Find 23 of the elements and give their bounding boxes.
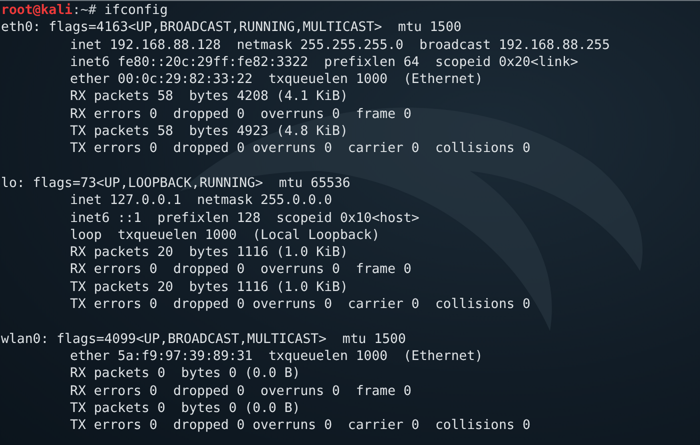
output-line: RX packets 20 bytes 1116 (1.0 KiB): [70, 244, 348, 262]
output-line: inet6 ::1 prefixlen 128 scopeid 0x10<host>: [70, 210, 420, 227]
output-line: RX errors 0 dropped 0 overruns 0 frame 0: [70, 382, 412, 400]
output-line: TX errors 0 dropped 0 overruns 0 carrier 0 collisions 0: [70, 417, 530, 434]
output-line: TX packets 58 bytes 4923 (4.8 KiB): [70, 123, 348, 140]
output-line: RX packets 0 bytes 0 (0.0 B): [70, 365, 300, 383]
output-line: TX packets 20 bytes 1116 (1.0 KiB): [70, 278, 348, 296]
output-line: RX errors 0 dropped 0 overruns 0 frame 0: [70, 106, 412, 124]
interface-header-line: eth0: flags=4163<UP,BROADCAST,RUNNING,MULTICAST> mtu 1500: [1, 19, 462, 37]
interface-header-line: wlan0: flags=4099<UP,BROADCAST,MULTICAST> mtu 1500: [1, 330, 406, 348]
output-line: loop txqueuelen 1000 (Local Loopback): [70, 226, 380, 244]
interface-header-line: lo: flags=73<UP,LOOPBACK,RUNNING> mtu 65536: [1, 174, 350, 192]
output-line: inet 192.168.88.128 netmask 255.255.255.0 broadcast 192.168.88.255: [70, 36, 610, 54]
output-line: RX packets 58 bytes 4208 (4.1 KiB): [70, 88, 348, 106]
output-line: ether 00:0c:29:82:33:22 txqueuelen 1000 (Ethernet): [70, 71, 483, 88]
output-line: ether 5a:f9:97:39:89:31 txqueuelen 1000 (Ethernet): [70, 348, 483, 366]
output-line: inet6 fe80::20c:29ff:fe82:3322 prefixlen 64 scopeid 0x20<link>: [70, 54, 578, 72]
output-line: TX errors 0 dropped 0 overruns 0 carrier 0 collisions 0: [70, 140, 530, 158]
output-line: inet 127.0.0.1 netmask 255.0.0.0: [70, 192, 332, 210]
output-line: TX packets 0 bytes 0 (0.0 B): [70, 400, 300, 418]
output-line: RX errors 0 dropped 0 overruns 0 frame 0: [70, 261, 412, 279]
command-prompt-line: root@kali:~# ifconfig: [1, 2, 168, 20]
output-line: TX errors 0 dropped 0 overruns 0 carrier 0 collisions 0: [70, 296, 530, 314]
